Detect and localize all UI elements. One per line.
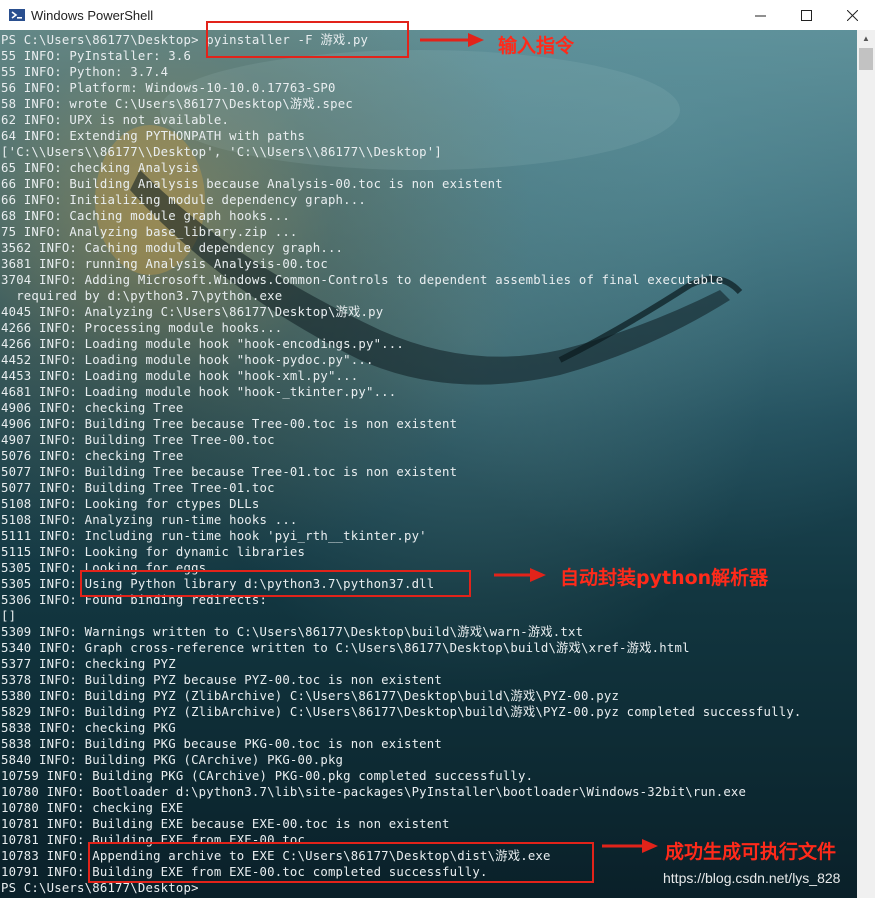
terminal-line: 4266 INFO: Loading module hook "hook-enc… <box>1 337 404 351</box>
vertical-scrollbar[interactable]: ▲ <box>857 30 875 898</box>
terminal-line: 3681 INFO: running Analysis Analysis-00.… <box>1 257 328 271</box>
arrow-icon <box>494 568 546 582</box>
terminal-line: 5077 INFO: Building Tree Tree-01.toc <box>1 481 275 495</box>
annotation-success: 成功生成可执行文件 <box>665 841 837 863</box>
terminal-line: 4681 INFO: Loading module hook "hook-_tk… <box>1 385 397 399</box>
close-button[interactable] <box>829 0 875 30</box>
annotation-command: 输入指令 <box>498 35 575 57</box>
title-bar[interactable]: Windows PowerShell <box>0 0 875 30</box>
terminal-line: 64 INFO: Extending PYTHONPATH with paths <box>1 129 306 143</box>
terminal-line: 66 INFO: Initializing module dependency … <box>1 193 366 207</box>
terminal-line: 5838 INFO: Building PKG because PKG-00.t… <box>1 737 442 751</box>
terminal-line: 5838 INFO: checking PKG <box>1 721 176 735</box>
scroll-up-icon[interactable]: ▲ <box>857 30 875 47</box>
window-controls <box>737 0 875 30</box>
terminal-line: required by d:\python3.7\python.exe <box>1 289 283 303</box>
terminal-line: 5380 INFO: Building PYZ (ZlibArchive) C:… <box>1 689 620 703</box>
terminal-line: 4906 INFO: Building Tree because Tree-00… <box>1 417 458 431</box>
terminal-line: 5077 INFO: Building Tree because Tree-01… <box>1 465 458 479</box>
terminal-line: 4045 INFO: Analyzing C:\Users\86177\Desk… <box>1 305 384 319</box>
maximize-icon <box>800 9 812 21</box>
annotation-library: 自动封装python解析器 <box>560 567 769 589</box>
terminal-line: 55 INFO: Python: 3.7.4 <box>1 65 169 79</box>
terminal-line: 65 INFO: checking Analysis <box>1 161 199 175</box>
terminal-line: 4452 INFO: Loading module hook "hook-pyd… <box>1 353 374 367</box>
terminal-line: 5378 INFO: Building PYZ because PYZ-00.t… <box>1 673 442 687</box>
watermark: https://blog.csdn.net/lys_828 <box>663 870 841 886</box>
scroll-thumb[interactable] <box>859 48 873 70</box>
terminal-line: 3562 INFO: Caching module dependency gra… <box>1 241 344 255</box>
powershell-window: Windows PowerShell PS C:\Users\86177\Des… <box>0 0 875 898</box>
terminal-line: 5111 INFO: Including run-time hook 'pyi_… <box>1 529 427 543</box>
terminal-line: 68 INFO: Caching module graph hooks... <box>1 209 290 223</box>
terminal-line: 4266 INFO: Processing module hooks... <box>1 321 283 335</box>
terminal-line: 3704 INFO: Adding Microsoft.Windows.Comm… <box>1 273 724 287</box>
terminal-line: 10781 INFO: Building EXE because EXE-00.… <box>1 817 450 831</box>
terminal-line: 66 INFO: Building Analysis because Analy… <box>1 177 503 191</box>
terminal-line: 5309 INFO: Warnings written to C:\Users\… <box>1 625 584 639</box>
command-highlight-box <box>206 21 409 58</box>
terminal-line: 4906 INFO: checking Tree <box>1 401 184 415</box>
library-highlight-box <box>80 570 471 597</box>
terminal-line: 5840 INFO: Building PKG (CArchive) PKG-0… <box>1 753 344 767</box>
terminal-line: 10780 INFO: Bootloader d:\python3.7\lib\… <box>1 785 747 799</box>
terminal-line: 5108 INFO: Analyzing run-time hooks ... <box>1 513 298 527</box>
close-icon <box>846 9 858 21</box>
minimize-icon <box>754 15 766 16</box>
success-highlight-box <box>88 842 594 883</box>
terminal-line: ['C:\\Users\\86177\\Desktop', 'C:\\Users… <box>1 145 442 159</box>
terminal-line: 62 INFO: UPX is not available. <box>1 113 230 127</box>
minimize-button[interactable] <box>737 0 783 30</box>
terminal-line: 58 INFO: wrote C:\Users\86177\Desktop\游戏… <box>1 97 353 111</box>
powershell-icon <box>9 9 25 21</box>
terminal-line: 5108 INFO: Looking for ctypes DLLs <box>1 497 260 511</box>
terminal-lines: PS C:\Users\86177\Desktop> pyinstaller -… <box>1 32 856 896</box>
terminal-line: 5829 INFO: Building PYZ (ZlibArchive) C:… <box>1 705 802 719</box>
arrow-icon <box>602 839 658 853</box>
terminal-line: 5076 INFO: checking Tree <box>1 449 184 463</box>
maximize-button[interactable] <box>783 0 829 30</box>
terminal-line: 10780 INFO: checking EXE <box>1 801 184 815</box>
terminal-line: 75 INFO: Analyzing base_library.zip ... <box>1 225 298 239</box>
terminal-line: 10759 INFO: Building PKG (CArchive) PKG-… <box>1 769 534 783</box>
terminal-line: [] <box>1 609 17 623</box>
arrow-icon <box>420 33 484 47</box>
terminal-line: 5377 INFO: checking PYZ <box>1 657 176 671</box>
window-title: Windows PowerShell <box>31 7 154 23</box>
terminal-line: 5340 INFO: Graph cross-reference written… <box>1 641 690 655</box>
terminal-line: 5115 INFO: Looking for dynamic libraries <box>1 545 306 559</box>
terminal-line: 4907 INFO: Building Tree Tree-00.toc <box>1 433 275 447</box>
terminal-line: 4453 INFO: Loading module hook "hook-xml… <box>1 369 359 383</box>
terminal-line: 56 INFO: Platform: Windows-10-10.0.17763… <box>1 81 336 95</box>
terminal-line: 55 INFO: PyInstaller: 3.6 <box>1 49 192 63</box>
terminal-output[interactable]: PS C:\Users\86177\Desktop> pyinstaller -… <box>0 30 857 898</box>
